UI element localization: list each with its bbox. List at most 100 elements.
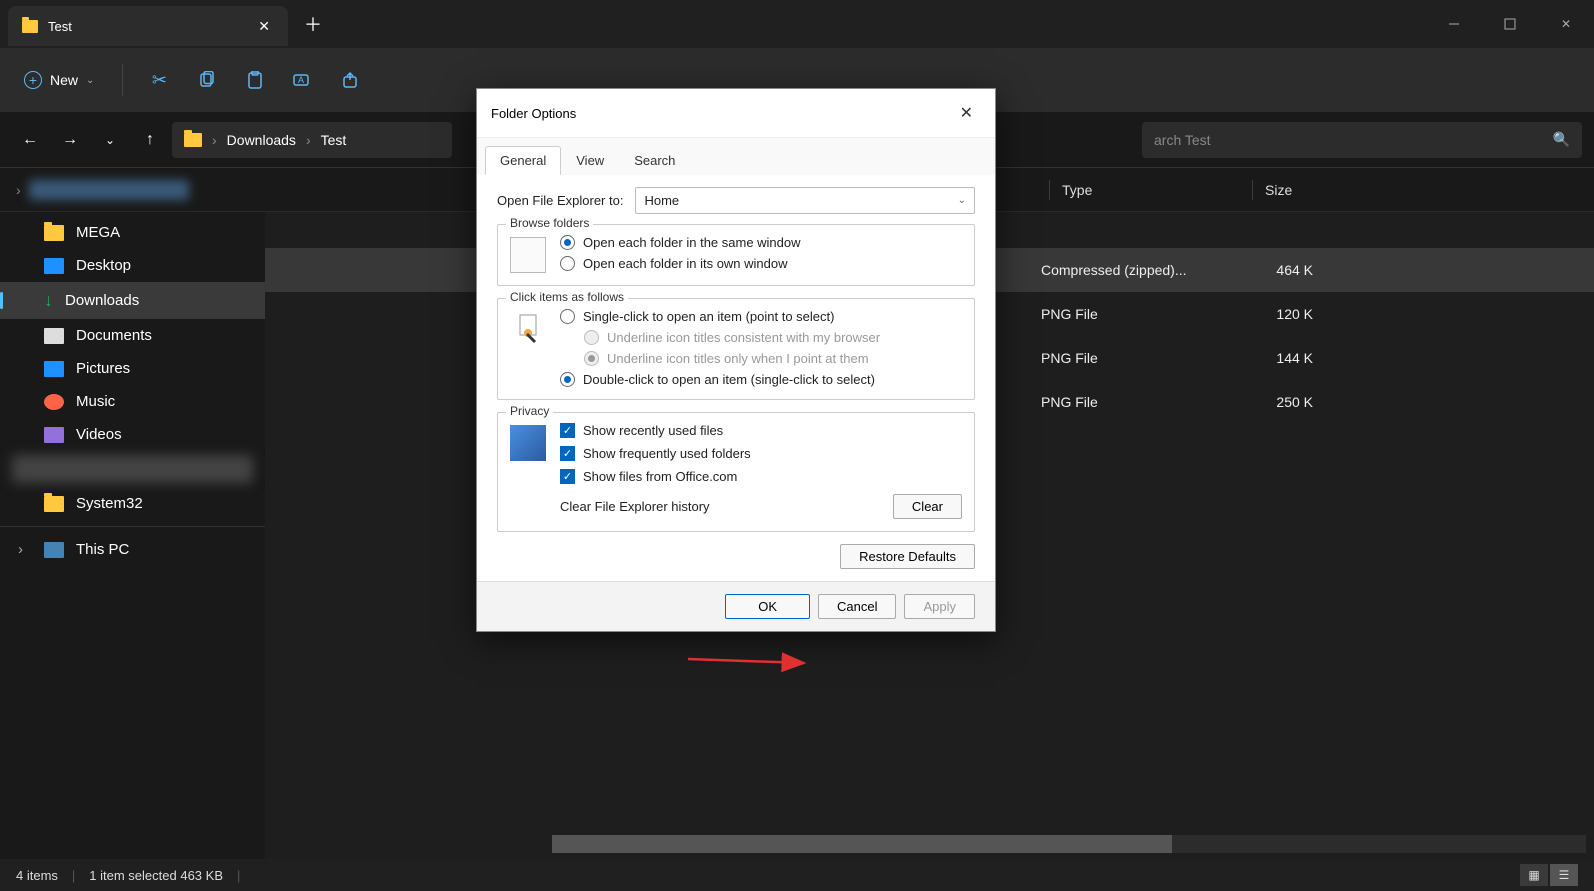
tab-title: Test bbox=[48, 19, 244, 34]
check-office-files[interactable]: ✓Show files from Office.com bbox=[560, 469, 962, 484]
chevron-icon: › bbox=[212, 132, 217, 148]
search-input[interactable]: arch Test 🔍 bbox=[1142, 122, 1582, 158]
item-count: 4 items bbox=[16, 868, 58, 883]
sidebar-item-pictures[interactable]: Pictures bbox=[0, 352, 265, 385]
open-to-select[interactable]: Home ⌄ bbox=[635, 187, 975, 214]
folder-icon bbox=[22, 20, 38, 33]
window-controls: ✕ bbox=[1426, 0, 1594, 48]
tab-search[interactable]: Search bbox=[619, 146, 690, 175]
recent-dropdown[interactable]: ⌄ bbox=[92, 122, 128, 158]
new-tab-button[interactable]: ＋ bbox=[288, 11, 338, 37]
close-dialog-button[interactable]: ✕ bbox=[952, 99, 981, 127]
forward-button[interactable]: → bbox=[52, 122, 88, 158]
sidebar-item-system32[interactable]: System32 bbox=[0, 487, 265, 520]
download-icon: ↓ bbox=[44, 290, 53, 311]
sidebar-item-desktop[interactable]: Desktop bbox=[0, 249, 265, 282]
svg-text:A: A bbox=[298, 75, 304, 85]
browse-icon bbox=[510, 237, 546, 273]
apply-button[interactable]: Apply bbox=[904, 594, 975, 619]
privacy-group: Privacy ✓Show recently used files ✓Show … bbox=[497, 412, 975, 532]
close-window-button[interactable]: ✕ bbox=[1538, 0, 1594, 48]
cut-icon[interactable]: ✂ bbox=[139, 60, 179, 100]
radio-icon bbox=[584, 330, 599, 345]
new-button[interactable]: + New ⌄ bbox=[12, 63, 106, 97]
plus-circle-icon: + bbox=[24, 71, 42, 89]
radio-icon bbox=[560, 235, 575, 250]
click-items-group: Click items as follows Single-click to o… bbox=[497, 298, 975, 400]
toolbar-separator bbox=[122, 64, 123, 96]
sidebar-item-music[interactable]: Music bbox=[0, 385, 265, 418]
privacy-legend: Privacy bbox=[506, 404, 553, 418]
radio-same-window[interactable]: Open each folder in the same window bbox=[560, 235, 801, 250]
radio-icon bbox=[584, 351, 599, 366]
copy-icon[interactable] bbox=[187, 60, 227, 100]
checkbox-icon: ✓ bbox=[560, 423, 575, 438]
sidebar-item-downloads[interactable]: ↓Downloads bbox=[0, 282, 265, 319]
tab-test[interactable]: Test ✕ bbox=[8, 6, 288, 46]
privacy-icon bbox=[510, 425, 546, 461]
sidebar-item-videos[interactable]: Videos bbox=[0, 418, 265, 451]
desktop-icon bbox=[44, 258, 64, 274]
folder-icon bbox=[44, 225, 64, 241]
blurred-name bbox=[29, 180, 189, 200]
breadcrumb[interactable]: › Downloads › Test bbox=[172, 122, 452, 158]
radio-double-click[interactable]: Double-click to open an item (single-cli… bbox=[560, 372, 880, 387]
breadcrumb-test[interactable]: Test bbox=[321, 132, 347, 148]
tab-view[interactable]: View bbox=[561, 146, 619, 175]
videos-icon bbox=[44, 427, 64, 443]
pc-icon bbox=[44, 542, 64, 558]
dialog-body: Open File Explorer to: Home ⌄ Browse fol… bbox=[477, 175, 995, 581]
dialog-tabs: General View Search bbox=[477, 138, 995, 175]
radio-underline-browser: Underline icon titles consistent with my… bbox=[584, 330, 880, 345]
click-icon bbox=[510, 311, 546, 347]
tab-general[interactable]: General bbox=[485, 146, 561, 175]
selection-info: 1 item selected 463 KB bbox=[89, 868, 223, 883]
check-recent-files[interactable]: ✓Show recently used files bbox=[560, 423, 962, 438]
up-button[interactable]: ↑ bbox=[132, 122, 168, 158]
breadcrumb-downloads[interactable]: Downloads bbox=[227, 132, 296, 148]
column-type[interactable]: Type bbox=[1062, 182, 1252, 198]
restore-defaults-button[interactable]: Restore Defaults bbox=[840, 544, 975, 569]
dialog-titlebar: Folder Options ✕ bbox=[477, 89, 995, 138]
rename-icon[interactable]: A bbox=[283, 60, 323, 100]
open-to-label: Open File Explorer to: bbox=[497, 193, 623, 208]
sidebar-item-mega[interactable]: MEGA bbox=[0, 216, 265, 249]
search-placeholder: arch Test bbox=[1154, 132, 1211, 148]
cancel-button[interactable]: Cancel bbox=[818, 594, 896, 619]
view-details-button[interactable]: ☰ bbox=[1550, 864, 1578, 886]
radio-single-click[interactable]: Single-click to open an item (point to s… bbox=[560, 309, 880, 324]
open-to-value: Home bbox=[644, 193, 679, 208]
music-icon bbox=[44, 394, 64, 410]
view-thumbnails-button[interactable]: ▦ bbox=[1520, 864, 1548, 886]
browse-legend: Browse folders bbox=[506, 216, 593, 230]
horizontal-scrollbar[interactable] bbox=[552, 835, 1586, 853]
sidebar-item-documents[interactable]: Documents bbox=[0, 319, 265, 352]
radio-icon bbox=[560, 256, 575, 271]
checkbox-icon: ✓ bbox=[560, 469, 575, 484]
view-toggle: ▦ ☰ bbox=[1520, 864, 1578, 886]
radio-icon bbox=[560, 372, 575, 387]
blurred-item bbox=[12, 455, 253, 483]
radio-underline-point: Underline icon titles only when I point … bbox=[584, 351, 880, 366]
folder-icon bbox=[44, 496, 64, 512]
dialog-footer: OK Cancel Apply bbox=[477, 581, 995, 631]
share-icon[interactable] bbox=[331, 60, 371, 100]
back-button[interactable]: ← bbox=[12, 122, 48, 158]
ok-button[interactable]: OK bbox=[725, 594, 810, 619]
paste-icon[interactable] bbox=[235, 60, 275, 100]
clear-button[interactable]: Clear bbox=[893, 494, 962, 519]
search-icon: 🔍 bbox=[1553, 131, 1570, 148]
scrollbar-thumb[interactable] bbox=[552, 835, 1172, 853]
browse-folders-group: Browse folders Open each folder in the s… bbox=[497, 224, 975, 286]
maximize-button[interactable] bbox=[1482, 0, 1538, 48]
minimize-button[interactable] bbox=[1426, 0, 1482, 48]
sidebar-item-thispc[interactable]: This PC bbox=[0, 533, 265, 566]
check-frequent-folders[interactable]: ✓Show frequently used folders bbox=[560, 446, 962, 461]
close-tab-icon[interactable]: ✕ bbox=[254, 14, 274, 39]
column-size[interactable]: Size bbox=[1265, 182, 1355, 198]
radio-icon bbox=[560, 309, 575, 324]
radio-own-window[interactable]: Open each folder in its own window bbox=[560, 256, 801, 271]
pictures-icon bbox=[44, 361, 64, 377]
checkbox-icon: ✓ bbox=[560, 446, 575, 461]
sidebar-separator bbox=[0, 526, 265, 527]
